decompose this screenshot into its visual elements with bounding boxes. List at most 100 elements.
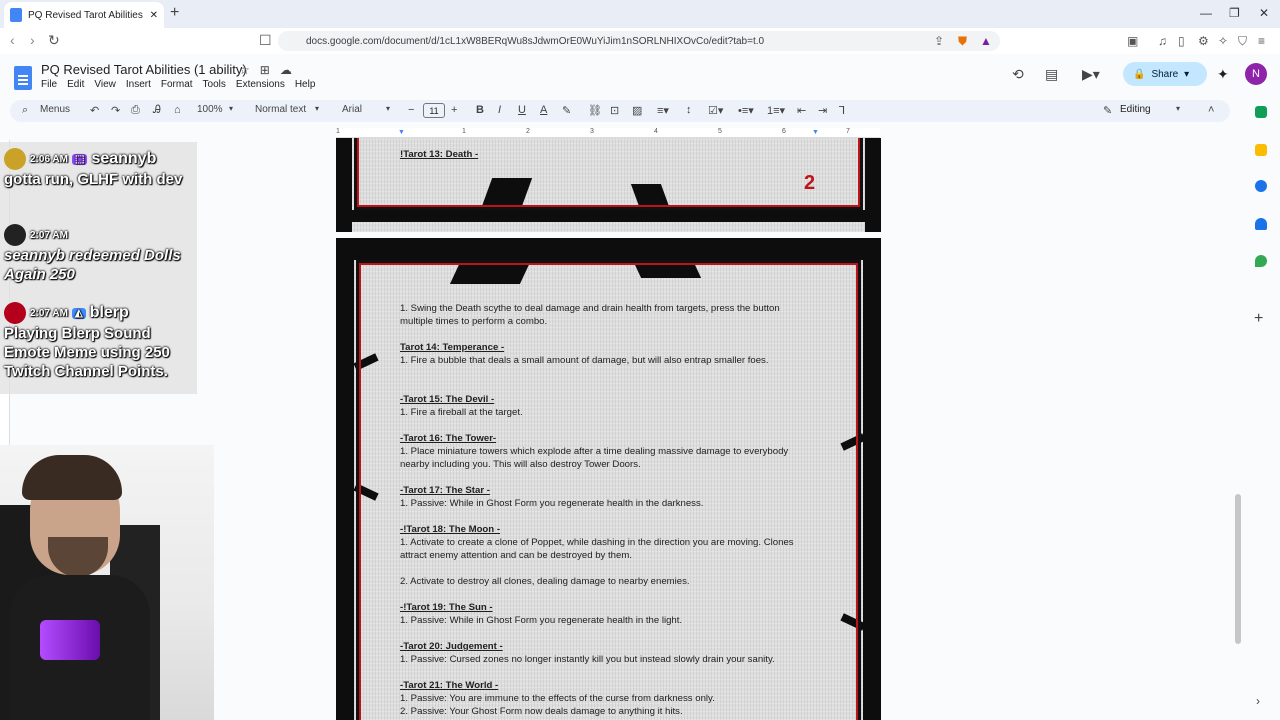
menu-view[interactable]: View [94, 79, 116, 90]
contacts-icon[interactable] [1255, 218, 1267, 230]
url-input[interactable]: docs.google.com/document/d/1cL1xW8BERqWu… [278, 31, 1000, 51]
minimize-icon[interactable]: — [1200, 6, 1212, 20]
document-page[interactable]: 1. Swing the Death scythe to deal damage… [336, 238, 881, 720]
sidebar-toggle-icon[interactable]: ▯ [1178, 34, 1185, 48]
chevron-down-icon[interactable]: ▾ [1184, 69, 1189, 80]
font-size-input[interactable]: 11 [423, 103, 445, 118]
paint-format-icon[interactable]: ⌂ [174, 104, 181, 116]
menu-bar: File Edit View Insert Format Tools Exten… [41, 79, 315, 90]
increase-font-icon[interactable]: + [451, 104, 457, 116]
document-canvas[interactable]: !Tarot 13: Death - 2 1. Swing the Death … [213, 138, 1233, 720]
text-color-icon[interactable]: A [540, 104, 547, 116]
right-indent-marker-icon[interactable]: ▼ [812, 129, 819, 136]
browser-tab-title: PQ Revised Tarot Abilities (1 abili [28, 9, 144, 21]
back-icon[interactable]: ‹ [10, 32, 15, 48]
print-icon[interactable]: ⎙ [131, 104, 140, 117]
gemini-icon[interactable]: ✦ [1217, 66, 1229, 83]
leo-ai-icon[interactable]: ✧ [1218, 34, 1228, 48]
alert-extension-icon[interactable]: ▲ [980, 34, 992, 48]
move-folder-icon[interactable]: ⊞ [260, 63, 270, 77]
extensions-icon[interactable]: ⚙ [1198, 34, 1209, 48]
bulleted-list-icon[interactable]: •≡▾ [738, 104, 754, 117]
font-select[interactable]: Arial [342, 104, 362, 115]
version-history-icon[interactable]: ⟲ [1012, 66, 1024, 83]
browser-menu-icon[interactable]: ≡ [1258, 34, 1265, 48]
menu-extensions[interactable]: Extensions [236, 79, 285, 90]
vertical-scrollbar[interactable] [1235, 494, 1241, 644]
page-text[interactable]: 1. Swing the Death scythe to deal damage… [400, 302, 810, 718]
decrease-indent-icon[interactable]: ⇤ [797, 104, 806, 117]
close-tab-icon[interactable]: ✕ [150, 10, 158, 21]
align-icon[interactable]: ≡▾ [657, 104, 669, 117]
media-icon[interactable]: ♫ [1158, 34, 1167, 48]
font-chevron-icon[interactable]: ▾ [386, 104, 390, 113]
tasks-icon[interactable] [1255, 180, 1267, 192]
italic-icon[interactable]: I [498, 104, 501, 116]
add-comment-icon[interactable]: ⊡ [610, 104, 619, 117]
restore-icon[interactable]: ❐ [1229, 6, 1240, 20]
undo-icon[interactable]: ↶ [90, 104, 99, 117]
menu-insert[interactable]: Insert [126, 79, 151, 90]
style-chevron-icon[interactable]: ▾ [315, 104, 319, 113]
increase-indent-icon[interactable]: ⇥ [818, 104, 827, 117]
google-docs-logo-icon[interactable] [14, 66, 32, 90]
get-addons-icon[interactable]: + [1254, 310, 1263, 328]
collapse-toolbar-icon[interactable]: ˄ [1208, 104, 1214, 116]
link-icon[interactable]: ⛓ [588, 104, 602, 117]
mode-chevron-icon[interactable]: ▾ [1176, 104, 1180, 113]
search-menus-icon[interactable]: ⌕ [22, 104, 28, 117]
close-window-icon[interactable]: ✕ [1259, 6, 1269, 20]
menu-format[interactable]: Format [161, 79, 193, 90]
highlight-icon[interactable]: ✎ [562, 104, 571, 117]
comments-icon[interactable]: ▤ [1045, 66, 1058, 83]
share-page-icon[interactable]: ⇪ [934, 34, 944, 48]
menu-help[interactable]: Help [295, 79, 316, 90]
document-title[interactable]: PQ Revised Tarot Abilities (1 ability) [41, 62, 247, 77]
star-icon[interactable]: ☆ [239, 63, 250, 77]
horizontal-ruler[interactable]: 1 1 2 3 4 5 6 7 ▼ ▼ [336, 128, 880, 138]
clear-formatting-icon[interactable]: Ꞁ [839, 104, 845, 117]
tab-search-icon[interactable]: ▣ [1127, 34, 1138, 48]
ruler-tick: 4 [654, 128, 658, 135]
menu-file[interactable]: File [41, 79, 57, 90]
keep-icon[interactable] [1255, 144, 1267, 156]
chat-meta: 2:07 AM [4, 224, 194, 246]
thorn-border-decoration [336, 238, 354, 720]
brave-shield-icon[interactable]: ⛊ [958, 34, 967, 49]
ruler-tick: 7 [846, 128, 850, 135]
line-spacing-icon[interactable]: ↕ [686, 104, 692, 116]
vpn-icon[interactable]: ⛉ [1238, 34, 1247, 49]
maps-icon[interactable] [1255, 255, 1267, 267]
menu-edit[interactable]: Edit [67, 79, 84, 90]
editing-mode-select[interactable]: Editing [1120, 104, 1151, 115]
bold-icon[interactable]: B [476, 104, 484, 116]
numbered-list-icon[interactable]: 1≡▾ [767, 104, 785, 117]
redo-icon[interactable]: ↷ [111, 104, 120, 117]
menu-tools[interactable]: Tools [203, 79, 226, 90]
spellcheck-icon[interactable]: Ꭿ [153, 104, 161, 117]
checklist-icon[interactable]: ☑▾ [708, 104, 723, 117]
reload-icon[interactable]: ↻ [48, 32, 60, 49]
new-tab-icon[interactable]: + [170, 4, 179, 22]
underline-icon[interactable]: U [518, 104, 526, 116]
insert-image-icon[interactable]: ▨ [632, 104, 642, 117]
zoom-chevron-icon[interactable]: ▾ [229, 104, 233, 113]
browser-tab[interactable]: PQ Revised Tarot Abilities (1 abili ✕ [4, 2, 164, 28]
calendar-icon[interactable] [1255, 106, 1267, 118]
zoom-select[interactable]: 100% [197, 104, 223, 115]
decrease-font-icon[interactable]: − [408, 104, 414, 116]
tarot-heading: -Tarot 20: Judgement - [400, 641, 503, 652]
indent-marker-icon[interactable]: ▼ [398, 129, 405, 136]
search-menus-label[interactable]: Menus [40, 104, 70, 115]
style-select[interactable]: Normal text [255, 104, 306, 115]
bookmark-icon[interactable]: ☐ [259, 32, 272, 49]
expand-panel-icon[interactable]: › [1256, 694, 1260, 708]
account-avatar[interactable]: N [1245, 63, 1267, 85]
share-button[interactable]: 🔒 Share ▾ [1123, 62, 1207, 86]
document-page[interactable]: !Tarot 13: Death - 2 [336, 138, 881, 232]
meet-icon[interactable]: ▶▾ [1082, 66, 1100, 83]
forward-icon[interactable]: › [30, 32, 35, 48]
share-label: Share [1151, 68, 1179, 80]
cloud-saved-icon[interactable]: ☁ [280, 63, 292, 77]
page-text[interactable]: !Tarot 13: Death - [400, 148, 810, 161]
